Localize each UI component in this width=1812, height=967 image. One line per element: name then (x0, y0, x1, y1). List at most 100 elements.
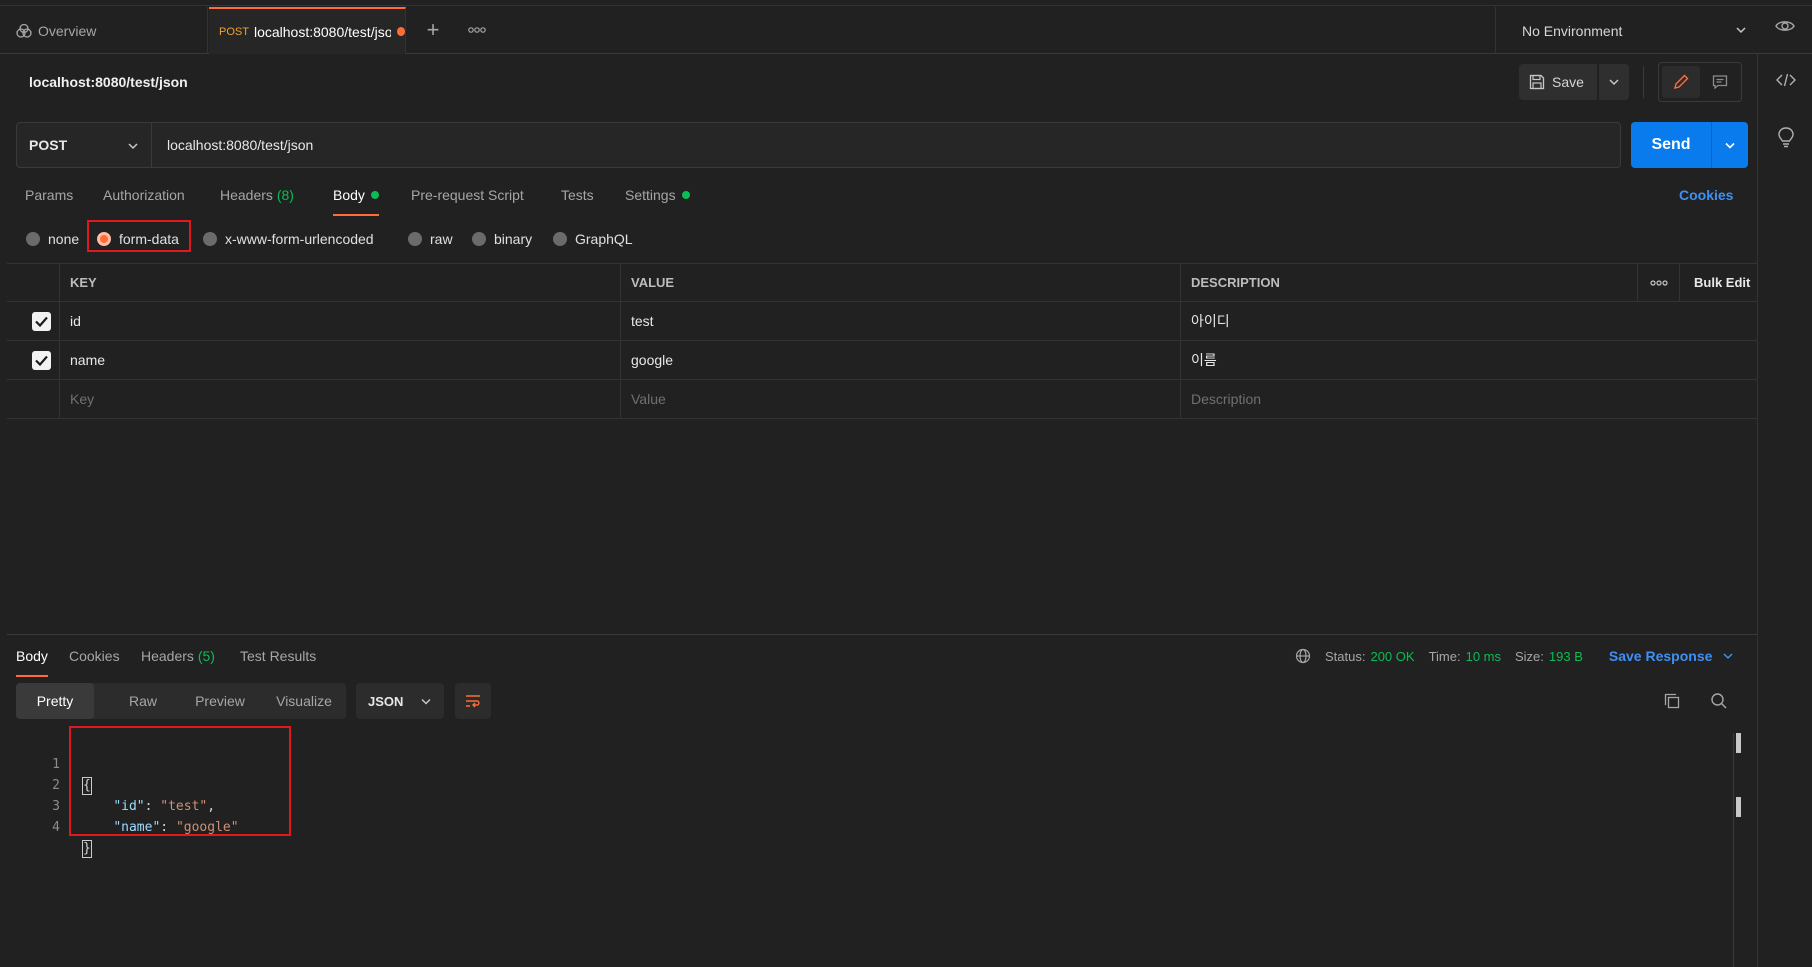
request-title[interactable]: localhost:8080/test/json (29, 74, 188, 90)
tab-more-button[interactable] (464, 17, 490, 43)
pencil-icon (1662, 74, 1700, 90)
method-select[interactable]: POST (17, 123, 152, 167)
code-line: 1 { (16, 733, 92, 795)
tab-response-headers[interactable]: Headers (5) (141, 641, 215, 677)
globe-icon[interactable] (1295, 648, 1311, 664)
close-brace: } (82, 840, 92, 858)
tab-params[interactable]: Params (25, 180, 73, 216)
environment-selector[interactable]: No Environment (1495, 7, 1768, 54)
chevron-down-icon (420, 697, 432, 707)
row-key[interactable]: name (59, 341, 620, 379)
tab-request-active[interactable]: POST localhost:8080/test/json (209, 7, 406, 54)
overview-icon (16, 23, 32, 38)
code-scrollbar-track[interactable] (1733, 733, 1734, 967)
edit-mode-button[interactable] (1662, 66, 1700, 98)
tab-tests[interactable]: Tests (561, 180, 594, 216)
search-response-button[interactable] (1710, 692, 1728, 710)
code-line: 4 } (16, 796, 92, 858)
size-value[interactable]: 193 B (1549, 649, 1583, 664)
row-key[interactable]: id (59, 302, 620, 340)
tab-response-body[interactable]: Body (16, 641, 48, 677)
view-preview-button[interactable]: Preview (180, 683, 260, 719)
wrap-lines-button[interactable] (455, 683, 491, 719)
url-input[interactable] (153, 123, 1613, 167)
header-value: VALUE (620, 264, 1180, 302)
tab-settings-label: Settings (625, 187, 676, 203)
tab-method: POST (219, 25, 249, 38)
checkmark-icon (32, 354, 51, 367)
environment-quick-look-button[interactable] (1775, 18, 1795, 34)
radio-raw[interactable]: raw (408, 226, 453, 252)
response-body-code[interactable]: 1 { 2 "id": "test", 3 "name": "google" 4… (16, 733, 239, 858)
save-button[interactable]: Save (1519, 64, 1597, 100)
tab-overview[interactable]: Overview (0, 7, 208, 54)
row-description[interactable]: 아이디 (1180, 302, 1637, 340)
tab-response-headers-label: Headers (141, 648, 194, 664)
view-visualize-button[interactable]: Visualize (262, 683, 346, 719)
tab-response-body-label: Body (16, 648, 48, 664)
status-value[interactable]: 200 OK (1370, 649, 1414, 664)
chevron-down-icon (1712, 650, 1734, 662)
contextual-help-button[interactable] (1776, 126, 1796, 148)
row-description[interactable]: 이름 (1180, 341, 1637, 379)
send-button[interactable]: Send (1631, 122, 1711, 168)
tab-authorization-label: Authorization (103, 187, 185, 203)
tab-test-results[interactable]: Test Results (240, 641, 316, 677)
time-value[interactable]: 10 ms (1466, 649, 1501, 664)
tab-headers[interactable]: Headers (8) (220, 180, 294, 216)
radio-none[interactable]: none (26, 226, 79, 252)
tab-tests-label: Tests (561, 187, 594, 203)
code-snippet-button[interactable] (1776, 72, 1796, 88)
request-response-divider[interactable] (7, 634, 1757, 635)
send-options-button[interactable] (1712, 122, 1748, 168)
url-bar: POST (16, 122, 1621, 168)
row-value[interactable]: google (620, 341, 1180, 379)
radio-circle-icon (553, 232, 567, 246)
floppy-disk-icon (1529, 74, 1545, 90)
row-checkbox[interactable] (32, 312, 51, 331)
response-format-label: JSON (368, 693, 404, 709)
radio-circle-icon (472, 232, 486, 246)
save-response-button[interactable]: Save Response (1609, 648, 1735, 664)
copy-response-button[interactable] (1663, 692, 1681, 710)
response-view-toggle: Pretty Raw Preview Visualize (16, 683, 346, 719)
comment-icon (1701, 74, 1739, 90)
new-key-input[interactable]: Key (59, 380, 620, 418)
response-format-select[interactable]: JSON (356, 683, 444, 719)
radio-binary[interactable]: binary (472, 226, 532, 252)
radio-graphql[interactable]: GraphQL (553, 226, 633, 252)
bulk-edit-button[interactable]: Bulk Edit (1679, 264, 1765, 302)
radio-graphql-label: GraphQL (575, 231, 633, 247)
tab-pre-request-script[interactable]: Pre-request Script (411, 180, 524, 216)
row-value[interactable]: test (620, 302, 1180, 340)
lightbulb-icon (1776, 126, 1796, 148)
line-number: 4 (52, 820, 60, 835)
tab-overview-label: Overview (38, 22, 97, 39)
tab-response-cookies[interactable]: Cookies (69, 641, 120, 677)
tab-headers-label: Headers (220, 187, 273, 203)
table-more-button[interactable] (1637, 264, 1679, 302)
table-header-row: KEY VALUE DESCRIPTION Bulk Edit (7, 263, 1757, 302)
tab-body[interactable]: Body (333, 180, 379, 216)
tab-settings[interactable]: Settings (625, 180, 690, 216)
view-pretty-button[interactable]: Pretty (16, 683, 94, 719)
new-value-input[interactable]: Value (620, 380, 1180, 418)
view-raw-button[interactable]: Raw (106, 683, 180, 719)
row-checkbox-cell (7, 380, 59, 418)
documentation-mode-button[interactable] (1701, 66, 1739, 98)
row-checkbox[interactable] (32, 351, 51, 370)
top-tab-bar: Overview POST localhost:8080/test/json +… (0, 0, 1812, 54)
send-button-group: Send (1631, 122, 1748, 168)
radio-x-www-form-urlencoded[interactable]: x-www-form-urlencoded (203, 226, 374, 252)
cookies-link[interactable]: Cookies (1679, 187, 1733, 203)
new-description-input[interactable]: Description (1180, 380, 1637, 418)
row-checkbox-cell (7, 341, 59, 379)
tab-authorization[interactable]: Authorization (103, 180, 185, 216)
save-options-button[interactable] (1599, 64, 1629, 100)
tab-url: localhost:8080/test/json (253, 23, 391, 40)
scrollbar-marker (1736, 733, 1741, 753)
more-horizontal-icon (1638, 264, 1679, 302)
new-tab-button[interactable]: + (420, 17, 446, 43)
code-icon (1776, 72, 1796, 88)
headers-count-badge: (8) (276, 187, 294, 203)
